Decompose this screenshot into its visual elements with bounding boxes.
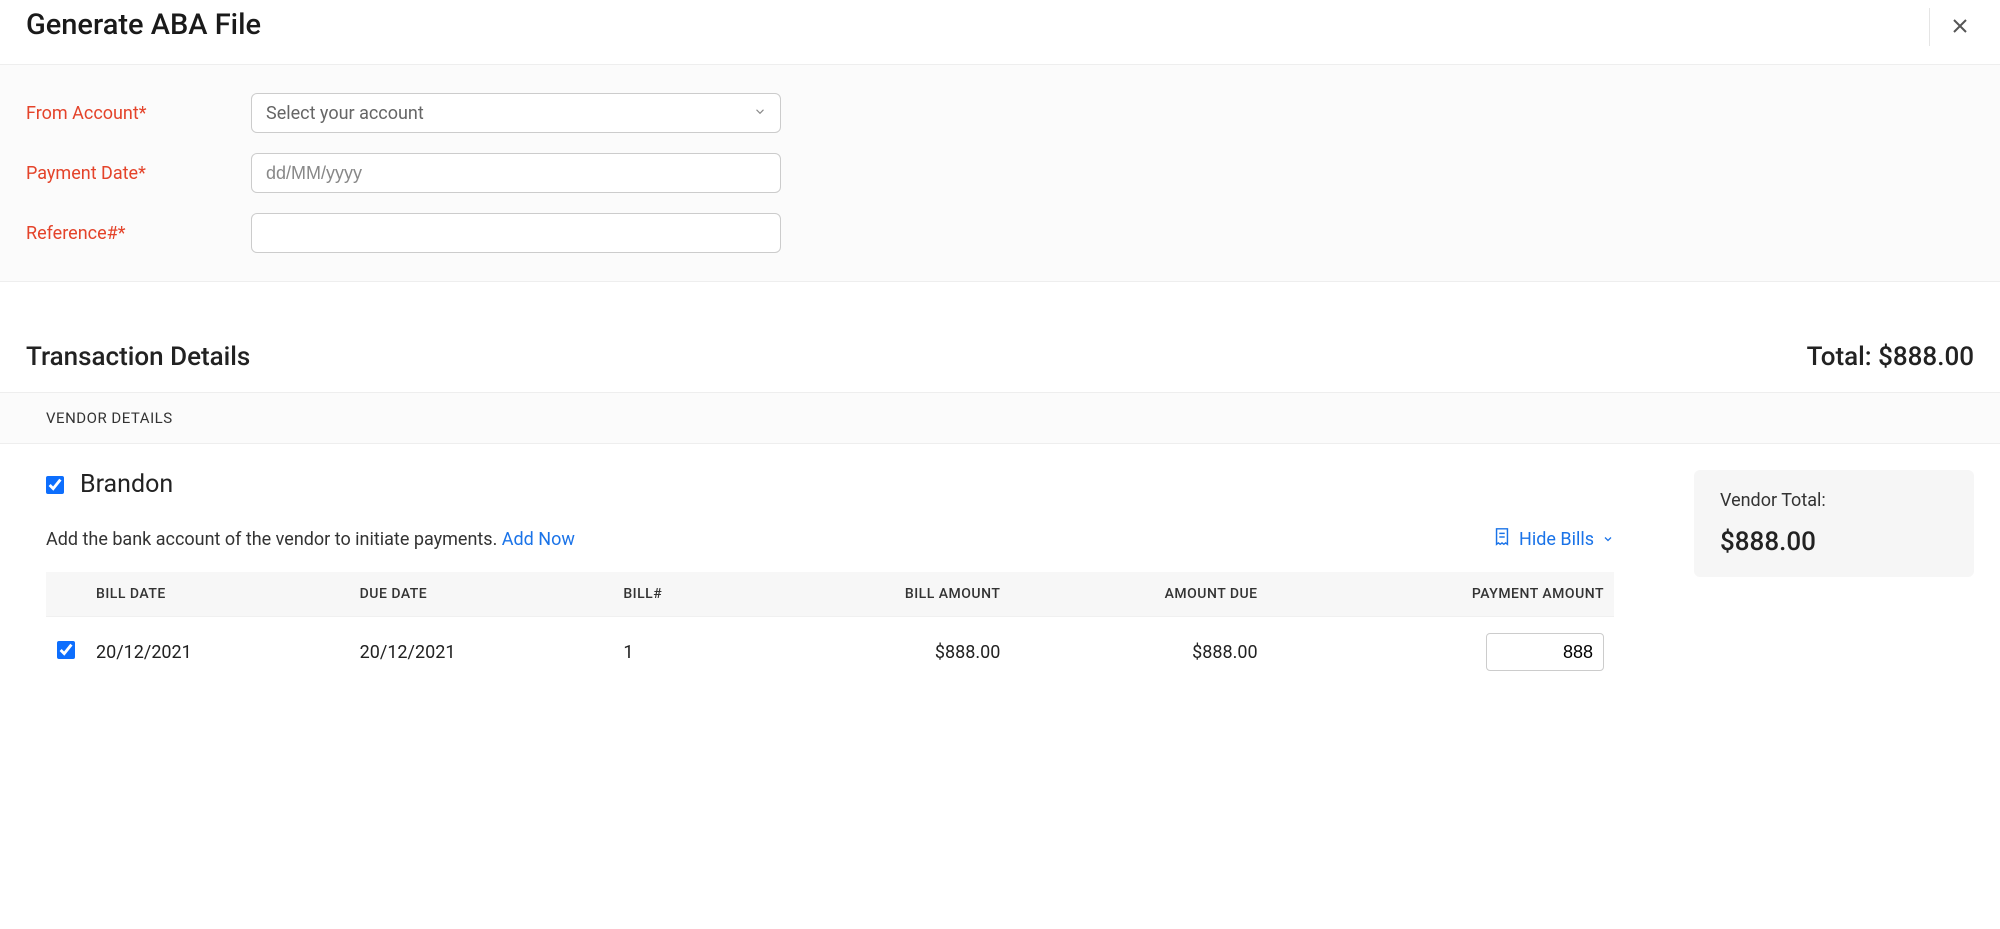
payment-date-label: Payment Date* (26, 163, 251, 184)
vendor-name: Brandon (80, 470, 173, 499)
vendor-note: Add the bank account of the vendor to in… (46, 529, 502, 550)
add-now-link[interactable]: Add Now (502, 529, 575, 550)
chevron-down-icon (1602, 529, 1614, 550)
cell-bill-date: 20/12/2021 (86, 617, 350, 688)
col-amount-due: AMOUNT DUE (1010, 572, 1267, 617)
page-title: Generate ABA File (26, 8, 261, 42)
col-bill-amount: BILL AMOUNT (747, 572, 1010, 617)
close-button[interactable] (1929, 8, 1976, 46)
vendor-total-label: Vendor Total: (1720, 490, 1948, 511)
close-icon (1948, 14, 1972, 41)
hide-bills-label: Hide Bills (1519, 529, 1594, 550)
reference-input[interactable] (251, 213, 781, 253)
transaction-details-title: Transaction Details (26, 342, 250, 372)
receipt-icon (1493, 527, 1511, 552)
from-account-label: From Account* (26, 103, 251, 124)
total-amount: Total: $888.00 (1807, 342, 1974, 372)
col-bill-date: BILL DATE (86, 572, 350, 617)
payment-date-input[interactable] (251, 153, 781, 193)
vendor-details-bar: VENDOR DETAILS (0, 392, 2000, 444)
col-payment-amount: PAYMENT AMOUNT (1268, 572, 1614, 617)
payment-amount-input[interactable] (1486, 633, 1604, 671)
cell-amount-due: $888.00 (1010, 617, 1267, 688)
vendor-checkbox[interactable] (46, 476, 64, 494)
cell-due-date: 20/12/2021 (350, 617, 614, 688)
reference-label: Reference#* (26, 223, 251, 244)
form-section: From Account* Select your account Paymen… (0, 65, 2000, 282)
hide-bills-toggle[interactable]: Hide Bills (1493, 527, 1614, 552)
from-account-placeholder: Select your account (266, 103, 424, 124)
table-row: 20/12/2021 20/12/2021 1 $888.00 $888.00 (46, 617, 1614, 688)
col-due-date: DUE DATE (350, 572, 614, 617)
cell-bill-no: 1 (613, 617, 747, 688)
col-bill-no: BILL# (613, 572, 747, 617)
bill-row-checkbox[interactable] (57, 641, 75, 659)
bills-table: BILL DATE DUE DATE BILL# BILL AMOUNT AMO… (46, 572, 1614, 687)
from-account-select[interactable]: Select your account (251, 93, 781, 133)
cell-bill-amount: $888.00 (747, 617, 1010, 688)
col-check (46, 572, 86, 617)
vendor-total-amount: $888.00 (1720, 527, 1948, 557)
vendor-total-box: Vendor Total: $888.00 (1694, 470, 1974, 577)
